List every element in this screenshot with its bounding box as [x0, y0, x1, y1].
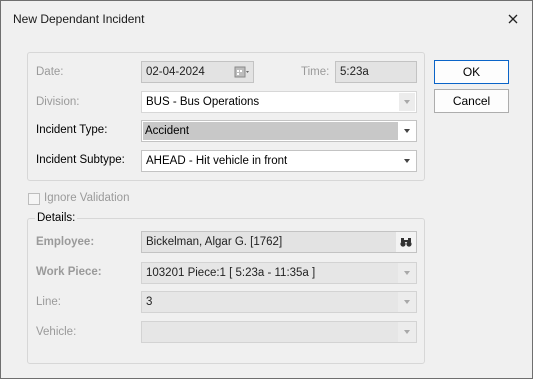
- vehicle-label: Vehicle:: [36, 326, 77, 338]
- binoculars-icon: [400, 238, 412, 247]
- chevron-down-icon: [404, 300, 410, 304]
- title-bar: New Dependant Incident: [1, 1, 532, 37]
- chevron-down-icon: [404, 129, 410, 133]
- incident-type-dropdown-button[interactable]: [398, 121, 416, 141]
- workpiece-select[interactable]: 103201 Piece:1 [ 5:23a - 11:35a ]: [141, 262, 417, 284]
- details-group-label: Details:: [35, 212, 78, 224]
- vehicle-dropdown-button[interactable]: [398, 322, 416, 342]
- incident-type-label: Incident Type:: [36, 124, 108, 136]
- incident-type-value-box: Accident: [143, 122, 398, 140]
- line-select[interactable]: 3: [141, 291, 417, 313]
- new-dependant-incident-dialog: New Dependant Incident Date: 02-04-2024 …: [0, 0, 533, 379]
- line-label: Line:: [36, 296, 61, 308]
- chevron-down-icon: [404, 330, 410, 334]
- line-value: 3: [146, 296, 153, 308]
- cancel-button[interactable]: Cancel: [434, 89, 509, 113]
- date-value: 02-04-2024: [146, 66, 205, 78]
- date-field[interactable]: 02-04-2024: [141, 61, 254, 83]
- incident-type-select[interactable]: Accident: [141, 120, 417, 142]
- employee-value: Bickelman, Algar G. [1762]: [146, 236, 283, 248]
- workpiece-label: Work Piece:: [36, 266, 102, 278]
- incident-subtype-select[interactable]: AHEAD - Hit vehicle in front: [141, 150, 417, 172]
- calendar-icon: [234, 66, 249, 78]
- ignore-validation-label: Ignore Validation: [44, 192, 130, 204]
- incident-subtype-label: Incident Subtype:: [36, 154, 125, 166]
- time-value: 5:23a: [340, 66, 369, 78]
- incident-subtype-dropdown-button[interactable]: [398, 151, 416, 171]
- ignore-validation-checkbox[interactable]: [28, 193, 40, 205]
- chevron-down-icon: [404, 100, 410, 104]
- workpiece-dropdown-button[interactable]: [398, 263, 416, 283]
- window-title: New Dependant Incident: [13, 12, 145, 26]
- chevron-down-icon: [404, 271, 410, 275]
- close-button[interactable]: [502, 9, 524, 29]
- chevron-down-icon: [404, 159, 410, 163]
- workpiece-value: 103201 Piece:1 [ 5:23a - 11:35a ]: [146, 267, 316, 279]
- date-label: Date:: [36, 66, 64, 78]
- time-field[interactable]: 5:23a: [335, 61, 417, 83]
- line-dropdown-button[interactable]: [398, 292, 416, 312]
- division-label: Division:: [36, 96, 80, 108]
- incident-subtype-value: AHEAD - Hit vehicle in front: [146, 155, 288, 167]
- employee-search-button[interactable]: [396, 232, 416, 252]
- date-picker-button[interactable]: [231, 62, 253, 82]
- vehicle-select[interactable]: [141, 321, 417, 343]
- close-icon: [508, 14, 518, 24]
- time-label: Time:: [301, 66, 330, 78]
- employee-label: Employee:: [36, 236, 95, 248]
- incident-type-value: Accident: [145, 125, 190, 137]
- division-value: BUS - Bus Operations: [146, 96, 260, 108]
- ok-button[interactable]: OK: [434, 60, 509, 84]
- division-dropdown-button[interactable]: [399, 93, 415, 111]
- division-select[interactable]: BUS - Bus Operations: [141, 91, 417, 113]
- employee-field[interactable]: Bickelman, Algar G. [1762]: [141, 231, 417, 253]
